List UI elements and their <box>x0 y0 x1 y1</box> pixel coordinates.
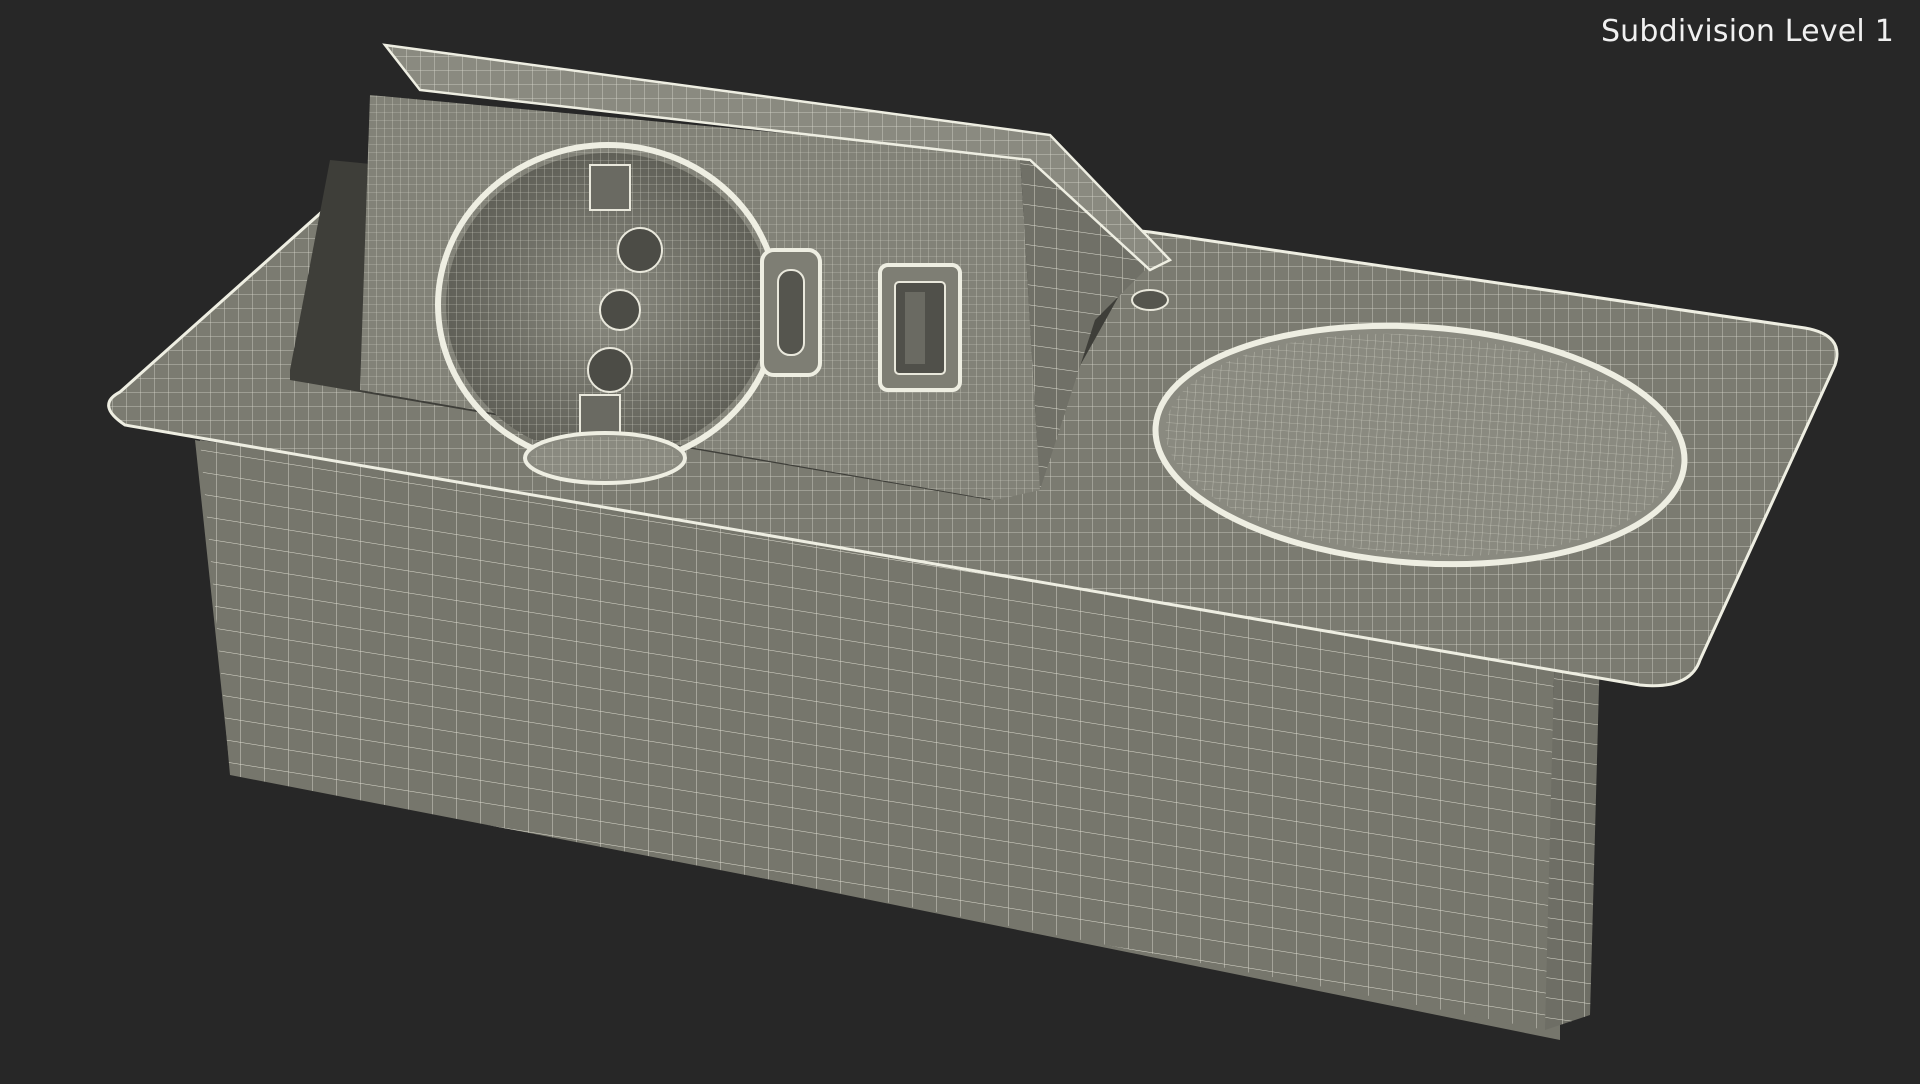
wireframe-render <box>107 43 1839 1040</box>
render-label: Subdivision Level 1 <box>1600 14 1894 49</box>
socket-center-icon <box>599 289 641 331</box>
release-button <box>523 431 687 485</box>
socket-pin-hole-icon <box>587 347 633 393</box>
usb-a-port <box>878 263 962 392</box>
socket-pin-hole-icon <box>617 227 663 273</box>
3d-viewport <box>0 0 1920 1080</box>
grommet <box>1131 289 1169 311</box>
usb-c-port <box>760 248 822 377</box>
schuko-socket <box>435 142 781 468</box>
